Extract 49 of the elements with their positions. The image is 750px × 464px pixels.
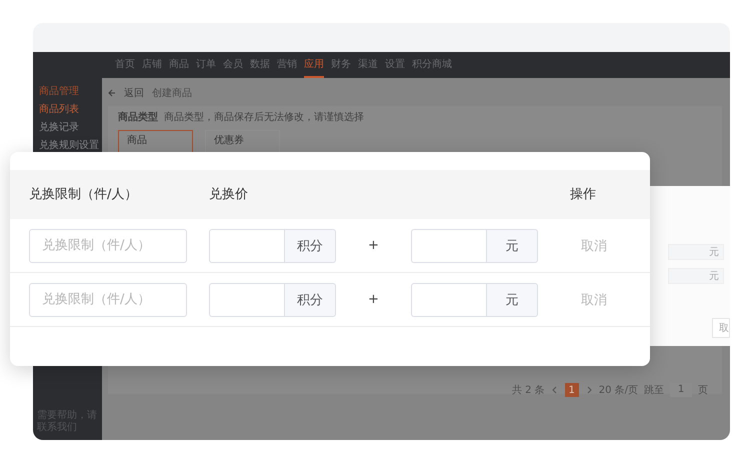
amount-field[interactable]: 元 — [668, 268, 724, 284]
cancel-link[interactable]: 取消 — [570, 290, 607, 308]
arrow-left-icon[interactable] — [108, 89, 116, 97]
nav-tab[interactable]: 首页 — [115, 52, 135, 78]
plus-sign: + — [368, 238, 379, 253]
nav-tab[interactable]: 店铺 — [142, 52, 162, 78]
page-size-select[interactable]: 20 条/页 — [598, 383, 638, 397]
cancel-link[interactable]: 取消 — [570, 236, 607, 254]
sidebar-item[interactable]: 商品列表 — [33, 98, 102, 116]
total-count: 共 2 条 — [512, 384, 545, 397]
nav-tab[interactable]: 订单 — [196, 52, 216, 78]
chevron-right-icon[interactable] — [584, 386, 593, 394]
unit-addon: 积分 — [284, 282, 336, 316]
nav-tab[interactable]: 商品 — [169, 52, 189, 78]
chevron-left-icon[interactable] — [550, 386, 559, 394]
field-hint: 商品类型，商品保存后无法修改，请谨慎选择 — [164, 110, 364, 124]
cash-input[interactable] — [411, 228, 486, 262]
back-link[interactable]: 返回 — [124, 86, 144, 100]
unit-addon: 积分 — [284, 228, 336, 262]
nav-tab[interactable]: 营销 — [277, 52, 297, 78]
nav-tab[interactable]: 设置 — [385, 52, 405, 78]
page-number[interactable]: 1 — [564, 383, 579, 397]
jump-input[interactable]: 1 — [670, 383, 692, 397]
sidebar-item[interactable]: 兑换规则设置 — [33, 134, 102, 152]
points-input[interactable] — [209, 282, 284, 316]
nav-tab[interactable]: 财务 — [331, 52, 351, 78]
cash-input[interactable] — [411, 282, 486, 316]
dialog-button[interactable]: 取 — [712, 318, 730, 338]
page-unit: 页 — [698, 384, 708, 397]
limit-input[interactable]: 兑换限制（件/人） — [29, 228, 187, 262]
limit-input[interactable]: 兑换限制（件/人） — [29, 282, 187, 316]
plus-sign: + — [368, 292, 379, 307]
points-input[interactable] — [209, 228, 284, 262]
sidebar-group[interactable]: 商品管理 — [33, 84, 102, 98]
unit-addon: 元 — [486, 228, 538, 262]
nav-tab[interactable]: 积分商城 — [412, 52, 452, 78]
column-header: 操作 — [570, 186, 597, 203]
nav-tab[interactable]: 渠道 — [358, 52, 378, 78]
nav-tab[interactable]: 会员 — [223, 52, 243, 78]
amount-field[interactable]: 元 — [668, 244, 724, 260]
nav-tab[interactable]: 应用 — [304, 52, 324, 78]
unit-addon: 元 — [486, 282, 538, 316]
jump-label: 跳至 — [644, 384, 664, 397]
column-header: 兑换价 — [209, 186, 249, 203]
sidebar-item[interactable]: 兑换记录 — [33, 116, 102, 134]
nav-tab[interactable]: 数据 — [250, 52, 270, 78]
field-label: 商品类型 — [118, 110, 158, 124]
page-title: 创建商品 — [152, 86, 192, 100]
column-header: 兑换限制（件/人） — [29, 186, 138, 203]
